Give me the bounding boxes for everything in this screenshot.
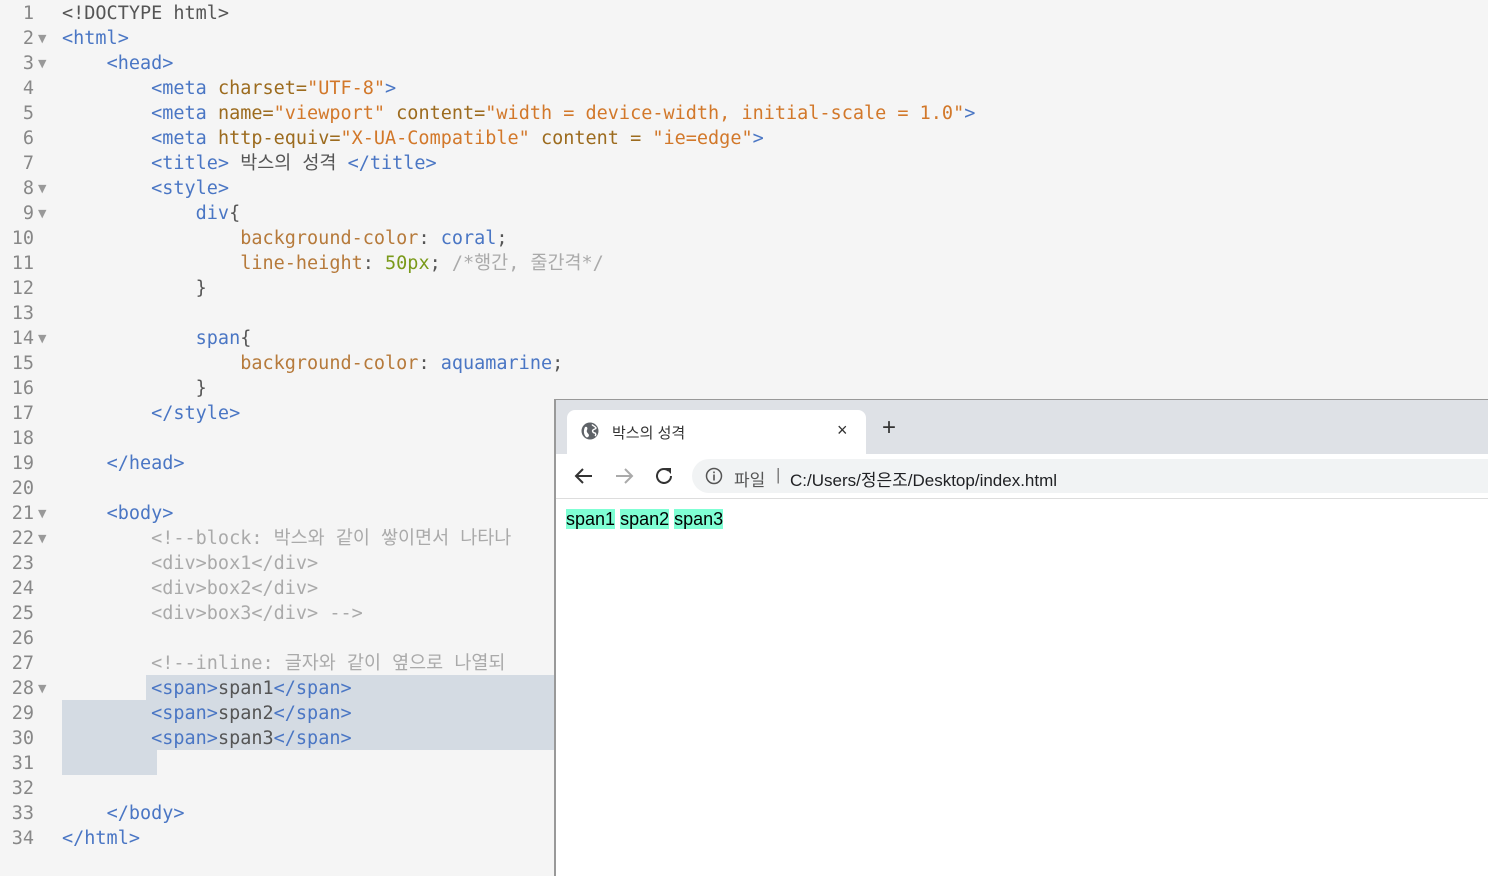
line-number: 18 bbox=[11, 428, 34, 449]
line-number: 16 bbox=[11, 378, 34, 399]
code-line[interactable]: 4 <meta charset="UTF-8"> bbox=[0, 76, 1488, 101]
line-number: 1 bbox=[22, 3, 34, 24]
line-number: 26 bbox=[11, 628, 34, 649]
code-line[interactable]: 6 <meta http-equiv="X-UA-Compatible" con… bbox=[0, 126, 1488, 151]
fold-arrow-icon[interactable]: ▼ bbox=[38, 326, 46, 351]
line-number: 2 bbox=[22, 28, 34, 49]
code-line[interactable]: 5 <meta name="viewport" content="width =… bbox=[0, 101, 1488, 126]
code-line[interactable]: 11 line-height: 50px; /*행간, 줄간격*/ bbox=[0, 251, 1488, 276]
line-number: 14 bbox=[11, 328, 34, 349]
url-text[interactable]: C:/Users/정은조/Desktop/index.html bbox=[790, 466, 1057, 491]
code-line[interactable]: 14 ▼ span{ bbox=[0, 326, 1488, 351]
line-number: 10 bbox=[11, 228, 34, 249]
line-number: 32 bbox=[11, 778, 34, 799]
line-number: 25 bbox=[11, 603, 34, 624]
code-line[interactable]: 12 } bbox=[0, 276, 1488, 301]
rendered-span: span3 bbox=[674, 509, 724, 529]
code-line[interactable]: 9 ▼ div{ bbox=[0, 201, 1488, 226]
page-viewport: span1 span2 span3 bbox=[556, 499, 1488, 876]
browser-tab[interactable]: 박스의 성격 × bbox=[567, 410, 866, 454]
back-arrow-icon[interactable] bbox=[572, 464, 596, 488]
rendered-span: span2 bbox=[620, 509, 670, 529]
line-number: 15 bbox=[11, 353, 34, 374]
line-number: 30 bbox=[11, 728, 34, 749]
code-line[interactable]: 1 <!DOCTYPE html> bbox=[0, 1, 1488, 26]
fold-arrow-icon[interactable]: ▼ bbox=[38, 26, 46, 51]
code-line[interactable]: 16 } bbox=[0, 376, 1488, 401]
address-bar[interactable]: 파일 | C:/Users/정은조/Desktop/index.html bbox=[692, 459, 1488, 493]
line-number: 23 bbox=[11, 553, 34, 574]
line-number: 11 bbox=[11, 253, 34, 274]
line-number: 9 bbox=[22, 203, 34, 224]
line-number: 3 bbox=[22, 53, 34, 74]
fold-arrow-icon[interactable]: ▼ bbox=[38, 526, 46, 551]
line-number: 8 bbox=[22, 178, 34, 199]
line-number: 13 bbox=[11, 303, 34, 324]
rendered-span: span1 bbox=[566, 509, 616, 529]
url-separator: | bbox=[776, 465, 781, 484]
line-number: 17 bbox=[11, 403, 34, 424]
line-number: 27 bbox=[11, 653, 34, 674]
forward-arrow-icon[interactable] bbox=[612, 464, 636, 488]
fold-arrow-icon[interactable]: ▼ bbox=[38, 201, 46, 226]
info-icon[interactable] bbox=[705, 467, 723, 485]
line-number: 19 bbox=[11, 453, 34, 474]
file-scheme-label: 파일 bbox=[734, 471, 766, 490]
line-number: 21 bbox=[11, 503, 34, 524]
code-line[interactable]: 15 background-color: aquamarine; bbox=[0, 351, 1488, 376]
fold-arrow-icon[interactable]: ▼ bbox=[38, 501, 46, 526]
rendered-spans: span1 span2 span3 bbox=[566, 507, 724, 531]
close-icon[interactable]: × bbox=[837, 420, 848, 441]
code-line[interactable]: 13 bbox=[0, 301, 1488, 326]
new-tab-button[interactable]: + bbox=[882, 416, 896, 440]
browser-toolbar: 파일 | C:/Users/정은조/Desktop/index.html bbox=[556, 454, 1488, 499]
code-line[interactable]: 10 background-color: coral; bbox=[0, 226, 1488, 251]
code-line[interactable]: 7 <title> 박스의 성격 </title> bbox=[0, 151, 1488, 176]
fold-arrow-icon[interactable]: ▼ bbox=[38, 51, 46, 76]
line-number: 5 bbox=[22, 103, 34, 124]
line-number: 20 bbox=[11, 478, 34, 499]
line-number: 22 bbox=[11, 528, 34, 549]
tab-title: 박스의 성격 bbox=[612, 425, 686, 442]
tab-strip: 박스의 성격 × + bbox=[556, 400, 1488, 454]
fold-arrow-icon[interactable]: ▼ bbox=[38, 676, 46, 701]
code-line[interactable]: 3 ▼ <head> bbox=[0, 51, 1488, 76]
fold-arrow-icon[interactable]: ▼ bbox=[38, 176, 46, 201]
globe-icon bbox=[581, 422, 599, 440]
line-number: 12 bbox=[11, 278, 34, 299]
line-number: 29 bbox=[11, 703, 34, 724]
code-line[interactable]: 8 ▼ <style> bbox=[0, 176, 1488, 201]
line-number: 7 bbox=[22, 153, 34, 174]
line-number: 33 bbox=[11, 803, 34, 824]
line-number: 4 bbox=[22, 78, 34, 99]
code-line[interactable]: 2 ▼ <html> bbox=[0, 26, 1488, 51]
line-number: 34 bbox=[11, 828, 34, 849]
reload-icon[interactable] bbox=[652, 464, 676, 488]
line-number: 28 bbox=[11, 678, 34, 699]
line-number: 6 bbox=[22, 128, 34, 149]
browser-window: 박스의 성격 × + 파일 | C:/Users/정은조/Desktop/ind… bbox=[554, 399, 1488, 876]
line-number: 31 bbox=[11, 753, 34, 774]
line-number: 24 bbox=[11, 578, 34, 599]
